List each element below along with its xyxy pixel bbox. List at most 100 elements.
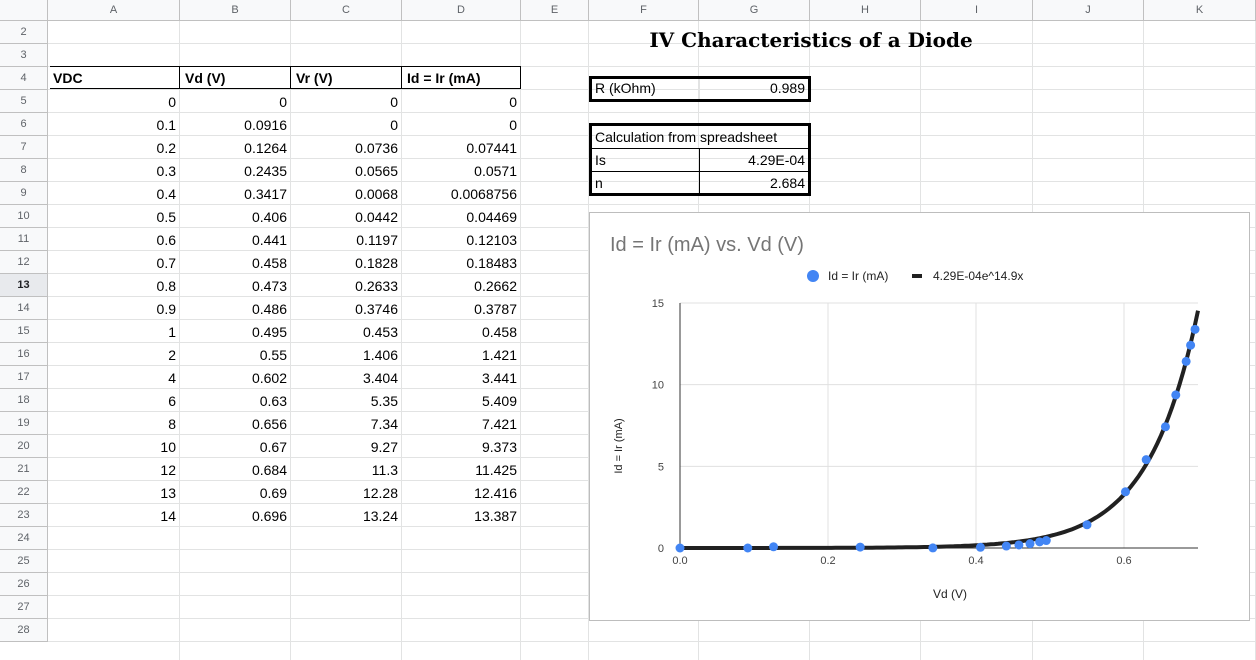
row-header-4[interactable]: 4 xyxy=(0,67,48,90)
table-cell[interactable]: 0.656 xyxy=(180,413,290,435)
column-header-g[interactable]: G xyxy=(699,0,810,21)
table-cell[interactable]: 0.2435 xyxy=(180,160,290,182)
data-point[interactable] xyxy=(769,542,779,552)
table-cell[interactable]: 14 xyxy=(48,505,179,527)
data-point[interactable] xyxy=(975,542,985,552)
table-header-cell[interactable]: Vd (V) xyxy=(182,67,291,89)
table-cell[interactable]: 5.409 xyxy=(402,390,520,412)
row-header-7[interactable]: 7 xyxy=(0,136,48,159)
table-cell[interactable]: 0.5 xyxy=(48,206,179,228)
table-cell[interactable]: 0.18483 xyxy=(402,252,520,274)
table-cell[interactable]: 0.6 xyxy=(48,229,179,251)
table-cell[interactable]: 0 xyxy=(291,91,401,113)
table-cell[interactable]: 0 xyxy=(180,91,290,113)
table-cell[interactable]: 12 xyxy=(48,459,179,481)
legend-label-scatter[interactable]: Id = Ir (mA) xyxy=(828,269,888,283)
column-header-d[interactable]: D xyxy=(402,0,521,21)
table-cell[interactable]: 0.67 xyxy=(180,436,290,458)
table-cell[interactable]: 4 xyxy=(48,367,179,389)
legend-label-trend[interactable]: 4.29E-04e^14.9x xyxy=(933,269,1023,283)
row-header-8[interactable]: 8 xyxy=(0,159,48,182)
table-cell[interactable]: 0.0571 xyxy=(402,160,520,182)
table-cell[interactable]: 0.473 xyxy=(180,275,290,297)
table-cell[interactable]: 0.0916 xyxy=(180,114,290,136)
calc-is-label[interactable]: Is xyxy=(592,149,699,171)
column-header-i[interactable]: I xyxy=(921,0,1033,21)
row-header-24[interactable]: 24 xyxy=(0,527,48,550)
table-cell[interactable]: 0.8 xyxy=(48,275,179,297)
table-cell[interactable]: 9.27 xyxy=(291,436,401,458)
table-cell[interactable]: 0.3417 xyxy=(180,183,290,205)
table-cell[interactable]: 0.0736 xyxy=(291,137,401,159)
table-cell[interactable]: 0.406 xyxy=(180,206,290,228)
table-cell[interactable]: 0 xyxy=(402,91,520,113)
row-header-21[interactable]: 21 xyxy=(0,458,48,481)
row-header-28[interactable]: 28 xyxy=(0,619,48,642)
column-header-e[interactable]: E xyxy=(521,0,589,21)
data-point[interactable] xyxy=(1141,455,1151,465)
data-point[interactable] xyxy=(928,543,938,553)
table-header-cell[interactable]: VDC xyxy=(50,67,180,89)
data-point[interactable] xyxy=(1025,539,1035,549)
row-header-11[interactable]: 11 xyxy=(0,228,48,251)
resistance-label[interactable]: R (kOhm) xyxy=(592,77,700,99)
table-cell[interactable]: 0.7 xyxy=(48,252,179,274)
data-point[interactable] xyxy=(855,542,865,552)
table-cell[interactable]: 0.495 xyxy=(180,321,290,343)
select-all-corner[interactable] xyxy=(0,0,48,21)
table-cell[interactable]: 3.404 xyxy=(291,367,401,389)
column-header-b[interactable]: B xyxy=(180,0,291,21)
table-cell[interactable]: 2 xyxy=(48,344,179,366)
data-point[interactable] xyxy=(1001,541,1011,551)
table-cell[interactable]: 0.1828 xyxy=(291,252,401,274)
table-cell[interactable]: 0.486 xyxy=(180,298,290,320)
table-cell[interactable]: 0.3746 xyxy=(291,298,401,320)
table-cell[interactable]: 3.441 xyxy=(402,367,520,389)
row-header-22[interactable]: 22 xyxy=(0,481,48,504)
table-cell[interactable]: 0.441 xyxy=(180,229,290,251)
row-header-2[interactable]: 2 xyxy=(0,21,48,44)
data-point[interactable] xyxy=(1082,520,1092,530)
row-header-5[interactable]: 5 xyxy=(0,90,48,113)
row-header-13[interactable]: 13 xyxy=(0,274,48,297)
table-cell[interactable]: 10 xyxy=(48,436,179,458)
table-cell[interactable]: 0.458 xyxy=(180,252,290,274)
column-header-k[interactable]: K xyxy=(1144,0,1256,21)
column-header-a[interactable]: A xyxy=(48,0,180,21)
table-cell[interactable]: 0 xyxy=(48,91,179,113)
table-cell[interactable]: 0.458 xyxy=(402,321,520,343)
row-header-19[interactable]: 19 xyxy=(0,412,48,435)
table-cell[interactable]: 0.0442 xyxy=(291,206,401,228)
table-cell[interactable]: 0.3 xyxy=(48,160,179,182)
table-cell[interactable]: 0.2662 xyxy=(402,275,520,297)
table-cell[interactable]: 7.34 xyxy=(291,413,401,435)
table-cell[interactable]: 0.4 xyxy=(48,183,179,205)
table-cell[interactable]: 0.684 xyxy=(180,459,290,481)
table-cell[interactable]: 0.3787 xyxy=(402,298,520,320)
table-cell[interactable]: 0.9 xyxy=(48,298,179,320)
data-point[interactable] xyxy=(1014,540,1024,550)
calc-is-value[interactable]: 4.29E-04 xyxy=(700,149,808,171)
table-cell[interactable]: 0.0565 xyxy=(291,160,401,182)
table-cell[interactable]: 8 xyxy=(48,413,179,435)
table-cell[interactable]: 12.28 xyxy=(291,482,401,504)
table-cell[interactable]: 0.1 xyxy=(48,114,179,136)
table-cell[interactable]: 0.69 xyxy=(180,482,290,504)
table-cell[interactable]: 5.35 xyxy=(291,390,401,412)
row-header-6[interactable]: 6 xyxy=(0,113,48,136)
row-header-3[interactable]: 3 xyxy=(0,44,48,67)
data-point[interactable] xyxy=(1171,390,1181,400)
data-point[interactable] xyxy=(743,543,753,553)
table-cell[interactable]: 0 xyxy=(402,114,520,136)
data-point[interactable] xyxy=(675,543,685,553)
row-header-27[interactable]: 27 xyxy=(0,596,48,619)
table-cell[interactable]: 0.12103 xyxy=(402,229,520,251)
data-point[interactable] xyxy=(1181,356,1191,366)
table-cell[interactable]: 0.1197 xyxy=(291,229,401,251)
data-point[interactable] xyxy=(1041,536,1051,546)
table-cell[interactable]: 0.1264 xyxy=(180,137,290,159)
row-header-17[interactable]: 17 xyxy=(0,366,48,389)
table-cell[interactable]: 0.2633 xyxy=(291,275,401,297)
data-point[interactable] xyxy=(1160,422,1170,432)
row-header-12[interactable]: 12 xyxy=(0,251,48,274)
